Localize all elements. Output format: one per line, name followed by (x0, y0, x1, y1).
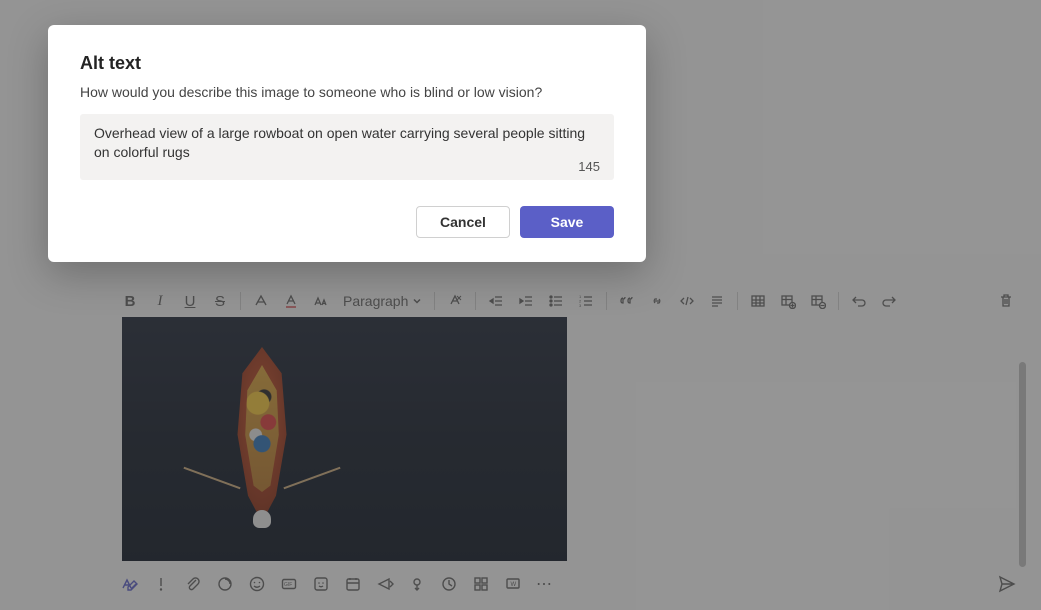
alt-text-value: Overhead view of a large rowboat on open… (94, 124, 600, 162)
cancel-button[interactable]: Cancel (416, 206, 510, 238)
alt-text-dialog: Alt text How would you describe this ima… (48, 25, 646, 262)
dialog-actions: Cancel Save (80, 206, 614, 238)
dialog-prompt: How would you describe this image to som… (80, 84, 614, 100)
dialog-title: Alt text (80, 53, 614, 74)
save-button[interactable]: Save (520, 206, 614, 238)
char-count: 145 (578, 159, 600, 174)
alt-text-input[interactable]: Overhead view of a large rowboat on open… (80, 114, 614, 180)
